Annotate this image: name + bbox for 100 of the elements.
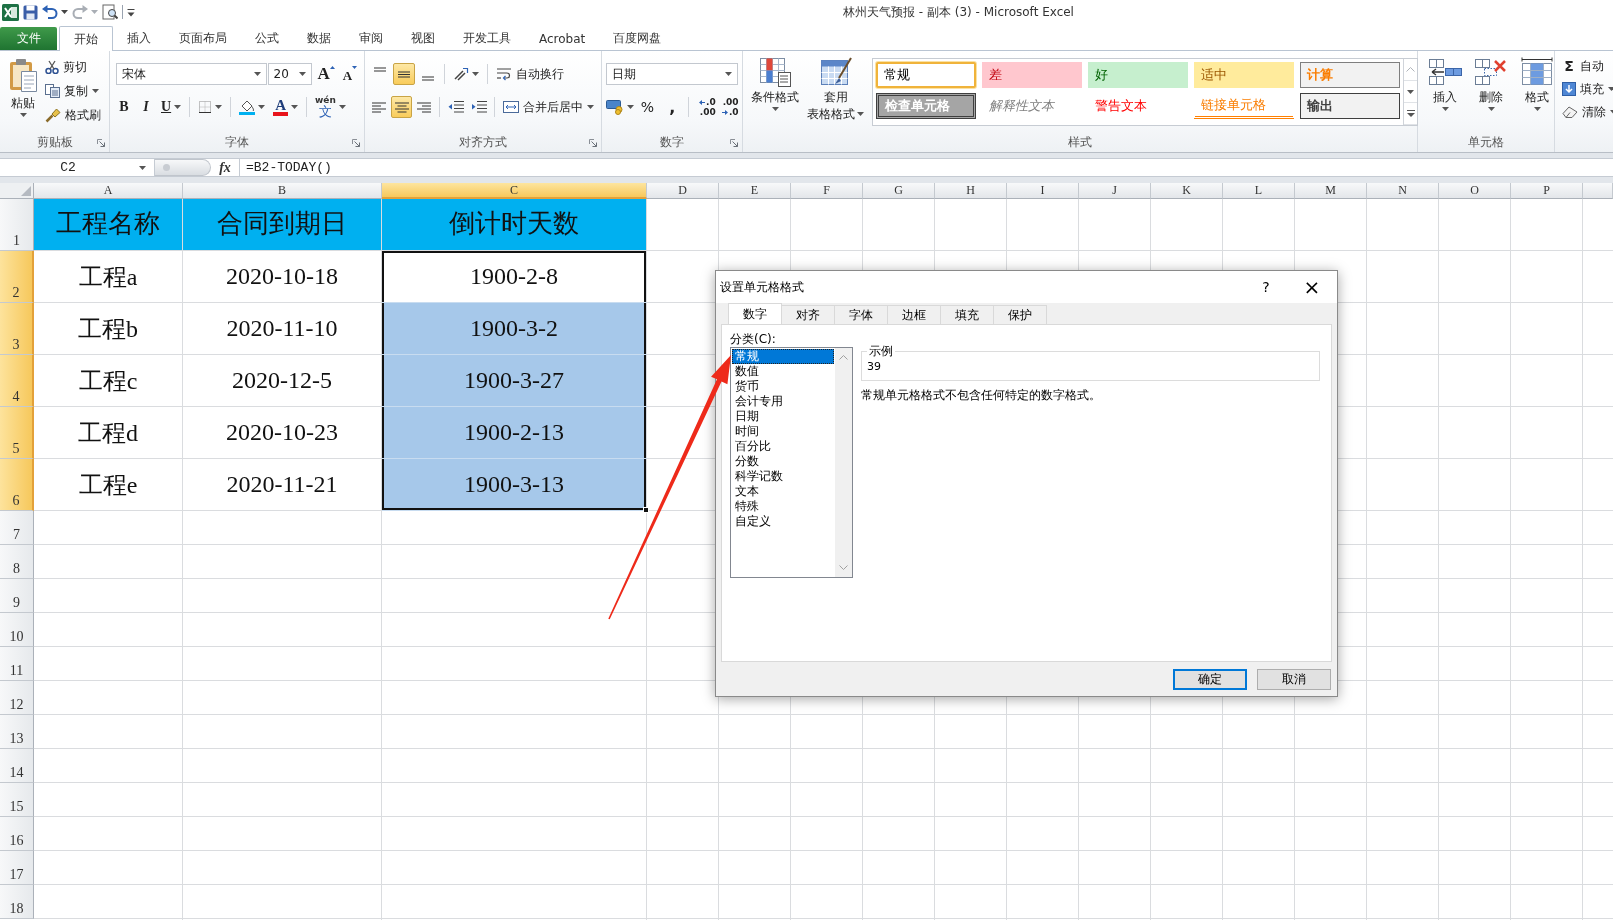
- column-header[interactable]: A: [34, 183, 183, 199]
- row-header[interactable]: 15: [0, 783, 34, 817]
- dialog-launcher-icon[interactable]: [589, 138, 597, 147]
- bold-button[interactable]: B: [114, 96, 134, 118]
- ribbon-tab[interactable]: 公式: [241, 27, 293, 50]
- ribbon-tab[interactable]: 审阅: [345, 27, 397, 50]
- column-header[interactable]: K: [1151, 183, 1223, 199]
- ribbon-tab[interactable]: Acrobat: [525, 27, 600, 50]
- row-header[interactable]: 10: [0, 613, 34, 647]
- column-header[interactable]: F: [791, 183, 863, 199]
- dialog-tab[interactable]: 字体: [834, 305, 888, 324]
- conditional-formatting-button[interactable]: 条件格式: [747, 55, 803, 134]
- ribbon-tab[interactable]: 数据: [293, 27, 345, 50]
- list-item[interactable]: 数值: [732, 364, 834, 379]
- cell-style-option[interactable]: 警告文本: [1088, 93, 1188, 119]
- cancel-button[interactable]: 取消: [1257, 668, 1331, 690]
- decrease-decimal-button[interactable]: .00 .0: [717, 96, 738, 118]
- ribbon-tab[interactable]: 页面布局: [165, 27, 241, 50]
- dialog-tab[interactable]: 保护: [993, 305, 1047, 324]
- column-header[interactable]: G: [863, 183, 935, 199]
- ribbon-tab[interactable]: 插入: [113, 27, 165, 50]
- underline-button[interactable]: U: [158, 96, 185, 118]
- row-header[interactable]: 1: [0, 199, 34, 251]
- autosum-button[interactable]: Σ 自动: [1559, 55, 1613, 77]
- paste-button[interactable]: 粘贴: [4, 55, 42, 134]
- ribbon-tab[interactable]: 开始: [59, 26, 113, 51]
- column-header[interactable]: N: [1367, 183, 1439, 199]
- ribbon-tab[interactable]: 开发工具: [449, 27, 525, 50]
- row-header[interactable]: 4: [0, 355, 34, 407]
- font-name-dropdown[interactable]: 宋体: [116, 63, 267, 85]
- dialog-tab[interactable]: 数字: [728, 303, 782, 324]
- wrap-text-button[interactable]: 自动换行: [493, 63, 567, 85]
- shrink-font-button[interactable]: A: [339, 63, 360, 85]
- fill-button[interactable]: 填充: [1559, 78, 1613, 100]
- row-header[interactable]: 13: [0, 715, 34, 749]
- category-list[interactable]: 常规 数值 货币 会计专用 日期 时间 百分比 分数 科学记数 文本 特殊 自定义: [730, 347, 853, 578]
- column-header[interactable]: E: [719, 183, 791, 199]
- scrollbar[interactable]: [835, 348, 852, 577]
- cell-style-option[interactable]: 解释性文本: [982, 93, 1082, 119]
- row-header[interactable]: 14: [0, 749, 34, 783]
- column-header[interactable]: L: [1223, 183, 1295, 199]
- insert-function-button[interactable]: fx: [211, 159, 239, 176]
- list-item[interactable]: 会计专用: [732, 394, 834, 409]
- column-header[interactable]: P: [1511, 183, 1583, 199]
- list-item[interactable]: 文本: [732, 484, 834, 499]
- ribbon-tab[interactable]: 视图: [397, 27, 449, 50]
- row-header[interactable]: 8: [0, 545, 34, 579]
- column-header[interactable]: B: [183, 183, 382, 199]
- column-header[interactable]: C: [382, 183, 647, 199]
- cut-button[interactable]: 剪切: [42, 56, 104, 78]
- row-header[interactable]: 2: [0, 251, 34, 303]
- cell-style-option[interactable]: 好: [1088, 62, 1188, 88]
- row-header[interactable]: 18: [0, 885, 34, 919]
- undo-button[interactable]: [42, 3, 68, 21]
- cell-style-option[interactable]: 输出: [1300, 93, 1400, 119]
- cell-style-option[interactable]: 适中: [1194, 62, 1294, 88]
- column-header[interactable]: H: [935, 183, 1007, 199]
- column-header[interactable]: O: [1439, 183, 1511, 199]
- dialog-tab[interactable]: 对齐: [781, 305, 835, 324]
- list-item[interactable]: 科学记数: [732, 469, 834, 484]
- row-header[interactable]: 6: [0, 459, 34, 511]
- merge-center-button[interactable]: 合并后居中: [500, 96, 597, 118]
- phonetic-guide-button[interactable]: wén 文: [311, 96, 349, 118]
- italic-button[interactable]: I: [136, 96, 156, 118]
- resize-handle[interactable]: [155, 159, 211, 176]
- save-button[interactable]: [23, 3, 38, 21]
- formula-field[interactable]: =B2-TODAY(): [239, 159, 1613, 176]
- format-as-table-button[interactable]: 套用 表格格式: [803, 55, 868, 134]
- grow-font-button[interactable]: A: [314, 63, 338, 85]
- list-item[interactable]: 时间: [732, 424, 834, 439]
- copy-button[interactable]: 复制: [42, 80, 104, 102]
- row-header[interactable]: 3: [0, 303, 34, 355]
- column-header[interactable]: I: [1007, 183, 1079, 199]
- format-painter-button[interactable]: 格式刷: [42, 104, 104, 126]
- column-header[interactable]: M: [1295, 183, 1367, 199]
- ok-button[interactable]: 确定: [1173, 668, 1247, 690]
- dialog-tab[interactable]: 填充: [940, 305, 994, 324]
- delete-cells-button[interactable]: 删除: [1468, 55, 1514, 134]
- list-item[interactable]: 日期: [732, 409, 834, 424]
- dialog-tab[interactable]: 边框: [887, 305, 941, 324]
- list-item[interactable]: 特殊: [732, 499, 834, 514]
- column-header[interactable]: J: [1079, 183, 1151, 199]
- row-header[interactable]: 11: [0, 647, 34, 681]
- row-header[interactable]: 5: [0, 407, 34, 459]
- cell-style-option[interactable]: 差: [982, 62, 1082, 88]
- dialog-launcher-icon[interactable]: [352, 138, 360, 147]
- row-header[interactable]: 17: [0, 851, 34, 885]
- number-format-dropdown[interactable]: 日期: [606, 63, 738, 85]
- ribbon-tab[interactable]: 百度网盘: [599, 27, 676, 50]
- column-header[interactable]: D: [647, 183, 719, 199]
- list-item[interactable]: 常规: [732, 349, 834, 364]
- dialog-launcher-icon[interactable]: [730, 138, 738, 147]
- list-item[interactable]: 分数: [732, 454, 834, 469]
- align-center-button[interactable]: [391, 96, 412, 118]
- row-header[interactable]: 7: [0, 511, 34, 545]
- list-item[interactable]: 自定义: [732, 514, 834, 529]
- format-cells-button[interactable]: 格式: [1514, 55, 1560, 134]
- print-preview-button[interactable]: [102, 3, 118, 21]
- percent-button[interactable]: %: [635, 96, 660, 118]
- close-button[interactable]: ×: [1289, 272, 1335, 302]
